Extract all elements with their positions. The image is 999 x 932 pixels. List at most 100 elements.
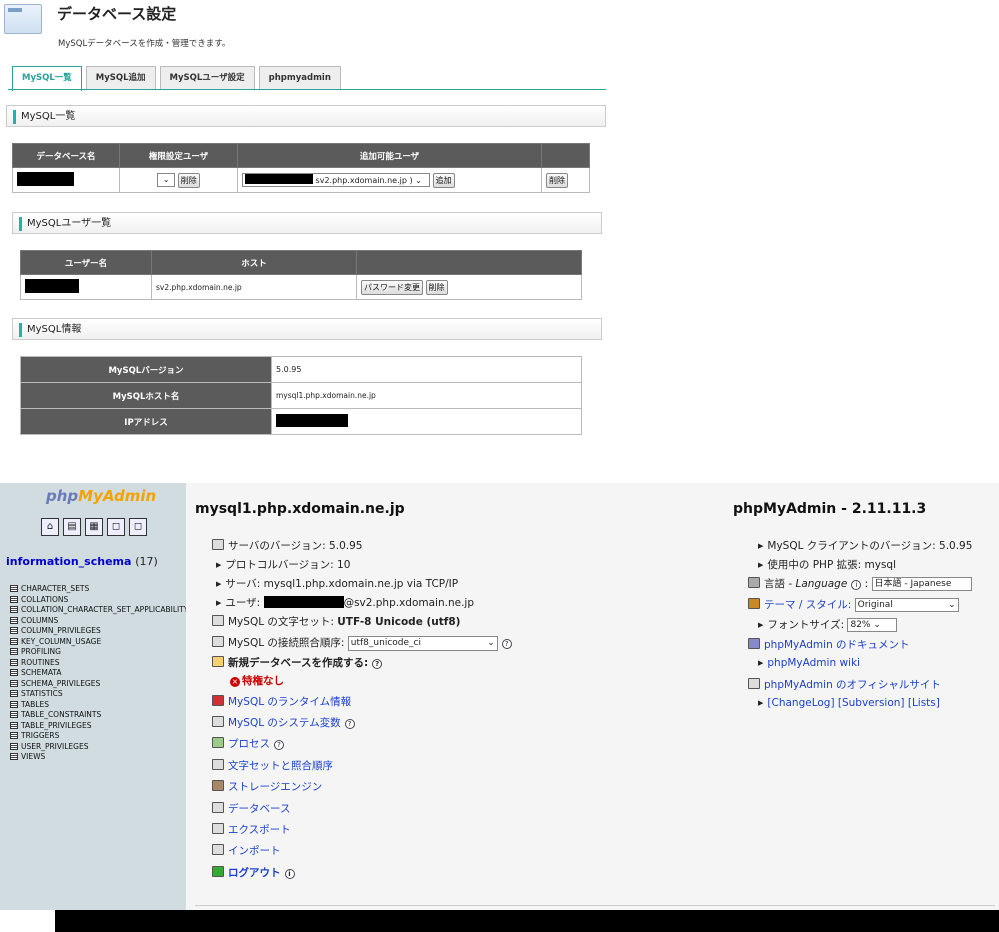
tab-phpmyadmin[interactable]: phpmyadmin (258, 66, 341, 90)
docs-link[interactable]: phpMyAdmin のドキュメント (748, 637, 910, 652)
tab-mysql-user-settings[interactable]: MySQLユーザ設定 (159, 66, 255, 90)
tab-mysql-list[interactable]: MySQL一覧 (12, 66, 82, 91)
add-user-button[interactable]: 追加 (432, 172, 455, 188)
table-list-item[interactable]: TRIGGERS (10, 731, 186, 742)
table-name[interactable]: SCHEMA_PRIVILEGES (21, 679, 100, 688)
charset-info: MySQL の文字セット: UTF-8 Unicode (utf8) (212, 614, 460, 629)
changelog-links[interactable]: ▶ [ChangeLog] [Subversion] [Lists] (758, 697, 940, 709)
table-icon[interactable] (10, 648, 18, 655)
table-name[interactable]: SCHEMATA (21, 668, 62, 677)
table-list-item[interactable]: CHARACTER_SETS (10, 584, 186, 595)
privilege-user-select[interactable]: ⌄ (157, 173, 176, 187)
table-name[interactable]: COLLATION_CHARACTER_SET_APPLICABILITY (21, 605, 186, 614)
table-name[interactable]: TABLES (21, 700, 49, 709)
table-name[interactable]: PROFILING (21, 647, 61, 656)
processes-link[interactable]: プロセス? (212, 736, 284, 751)
table-list-item[interactable]: COLUMN_PRIVILEGES (10, 626, 186, 637)
table-icon[interactable] (10, 679, 18, 687)
table-icon[interactable] (10, 700, 18, 708)
table-name[interactable]: COLLATIONS (21, 595, 68, 604)
table-name[interactable]: COLUMN_PRIVILEGES (21, 626, 101, 635)
runtime-info-link[interactable]: MySQL のランタイム情報 (212, 694, 351, 709)
table-icon[interactable] (10, 637, 18, 645)
system-vars-link[interactable]: MySQL のシステム変数? (212, 715, 355, 730)
logout-link[interactable]: ログアウト i (212, 865, 295, 880)
table-list-item[interactable]: VIEWS (10, 752, 186, 763)
no-privileges: × 特権なし (230, 675, 284, 687)
table-list-item[interactable]: COLLATION_CHARACTER_SET_APPLICABILITY (10, 605, 186, 616)
table-list: CHARACTER_SETS COLLATIONS COLLATION_CHARAC… (10, 584, 186, 763)
server-icon (212, 539, 224, 550)
delete-user-button[interactable]: 削除 (425, 279, 448, 295)
table-icon[interactable] (10, 606, 18, 613)
wiki-link[interactable]: ▶ phpMyAdmin wiki (758, 657, 860, 669)
collation-select[interactable]: utf8_unicode_ci ⌄ (347, 635, 498, 651)
table-list-item[interactable]: COLUMNS (10, 616, 186, 627)
privilege-delete-button[interactable]: 削除 (177, 172, 200, 188)
charsets-link[interactable]: 文字セットと照合順序 (212, 758, 333, 773)
phpmyadmin-logo[interactable]: phpMyAdmin (46, 487, 156, 505)
query-window-icon[interactable]: ▤ (63, 518, 81, 536)
table-name[interactable]: COLUMNS (21, 616, 58, 625)
table-icon[interactable] (10, 627, 18, 634)
charset-icon (212, 759, 224, 770)
table-icon[interactable] (10, 721, 18, 729)
table-list-item[interactable]: SCHEMATA (10, 668, 186, 679)
table-icon[interactable] (10, 690, 18, 697)
table-list-item[interactable]: ROUTINES (10, 658, 186, 669)
section-mysql-list: MySQL一覧 (6, 105, 606, 127)
table-name[interactable]: TABLE_CONSTRAINTS (21, 710, 101, 719)
engines-link[interactable]: ストレージエンジン (212, 779, 322, 794)
home-icon[interactable]: ⌂ (41, 518, 59, 536)
table-list-item[interactable]: STATISTICS (10, 689, 186, 700)
table-icon[interactable] (10, 669, 18, 676)
table-name[interactable]: CHARACTER_SETS (21, 584, 89, 593)
table-list-item[interactable]: USER_PRIVILEGES (10, 742, 186, 753)
table-list-item[interactable]: TABLE_CONSTRAINTS (10, 710, 186, 721)
server-version: サーバのバージョン: 5.0.95 (212, 538, 362, 553)
sql-icon[interactable]: ▦ (85, 518, 103, 536)
database-icon (212, 802, 224, 813)
official-site-link[interactable]: phpMyAdmin のオフィシャルサイト (748, 677, 941, 692)
font-size-select[interactable]: 82% ⌄ (847, 618, 898, 632)
page-title: データベース設定 (57, 5, 177, 23)
help-icon: ? (372, 659, 383, 669)
databases-link[interactable]: データベース (212, 801, 290, 816)
table-icon[interactable] (10, 732, 18, 739)
table-list-item[interactable]: KEY_COLUMN_USAGE (10, 637, 186, 648)
table-name[interactable]: STATISTICS (21, 689, 63, 698)
table-icon[interactable] (10, 585, 18, 592)
theme-select[interactable]: Original ⌄ (854, 598, 959, 612)
help-icon[interactable]: ◻ (129, 518, 147, 536)
tab-mysql-add[interactable]: MySQL追加 (85, 66, 156, 90)
help-icon: ? (501, 639, 512, 649)
table-list-item[interactable]: PROFILING (10, 647, 186, 658)
table-list-item[interactable]: COLLATIONS (10, 595, 186, 606)
table-list-item[interactable]: SCHEMA_PRIVILEGES (10, 679, 186, 690)
table-name[interactable]: TRIGGERS (21, 731, 59, 740)
addable-user-select[interactable]: sv2.php.xdomain.ne.jp ) ⌄ (242, 173, 430, 187)
table-icon[interactable] (10, 595, 18, 603)
language-select[interactable]: 日本語 - Japanese (871, 577, 972, 591)
table-icon[interactable] (10, 742, 18, 750)
table-name[interactable]: KEY_COLUMN_USAGE (21, 637, 101, 646)
table-icon[interactable] (10, 753, 18, 760)
table-name[interactable]: USER_PRIVILEGES (21, 742, 88, 751)
table-icon[interactable] (10, 658, 18, 666)
table-icon[interactable] (10, 616, 18, 624)
table-icon[interactable] (10, 711, 18, 718)
import-link[interactable]: インポート (212, 843, 281, 858)
change-password-button[interactable]: パスワード変更 (361, 279, 423, 295)
logout-icon (212, 866, 224, 877)
export-link[interactable]: エクスポート (212, 822, 291, 837)
table-name[interactable]: VIEWS (21, 752, 45, 761)
table-name[interactable]: ROUTINES (21, 658, 60, 667)
php-extension: ▶ 使用中の PHP 拡張: mysql (758, 559, 896, 571)
col-user-action (356, 250, 582, 275)
delete-db-button[interactable]: 削除 (546, 172, 568, 188)
docs-icon[interactable]: ◻ (107, 518, 125, 536)
table-list-item[interactable]: TABLES (10, 700, 186, 711)
table-name[interactable]: TABLE_PRIVILEGES (21, 721, 91, 730)
db-name-link[interactable]: information_schema (17) (6, 555, 158, 568)
table-list-item[interactable]: TABLE_PRIVILEGES (10, 721, 186, 732)
